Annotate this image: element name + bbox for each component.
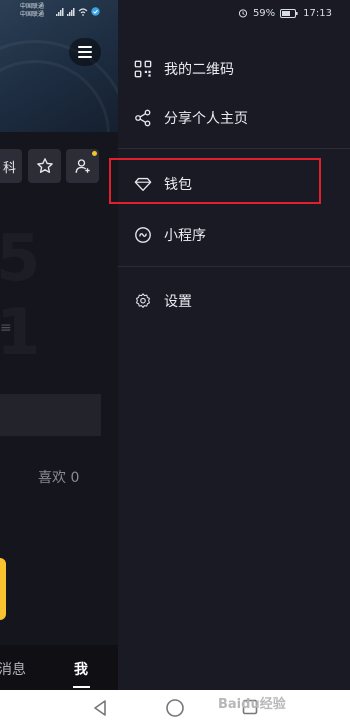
profile-page-background: 中国联通 中国联通 科 5 1 ≡ 喜欢 0 消息 我 xyxy=(0,0,118,690)
drawer-item-mini-program[interactable]: 小程序 xyxy=(118,212,350,258)
wifi-icon xyxy=(78,7,88,16)
watermark-text: Baidu经验 xyxy=(218,697,286,712)
signal-icons xyxy=(56,7,100,16)
drawer-divider xyxy=(118,148,350,149)
likes-count[interactable]: 喜欢 0 xyxy=(38,467,79,487)
wallet-highlight-annotation xyxy=(109,158,321,204)
settings-gear-icon xyxy=(133,291,153,311)
profile-action-row: 科 xyxy=(0,149,118,183)
battery-percent: 59% xyxy=(252,7,276,19)
clock: 17:13 xyxy=(303,7,332,19)
nav-active-indicator xyxy=(73,686,90,688)
side-drawer: 59% 17:13 我的二维码 分享个人主页 钱包 小程序 设置 xyxy=(118,0,350,690)
qr-code-icon xyxy=(133,59,153,79)
status-bar-right: 59% 17:13 xyxy=(238,0,350,26)
drawer-divider xyxy=(118,266,350,267)
drawer-item-label: 分享个人主页 xyxy=(164,111,248,127)
drawer-item-qr-code[interactable]: 我的二维码 xyxy=(118,46,350,92)
notification-dot xyxy=(92,151,97,156)
android-navigation-bar: Baidu经验 xyxy=(0,690,350,727)
status-bar-left: 中国联通 中国联通 xyxy=(0,0,118,26)
battery-icon xyxy=(280,8,298,18)
nav-me[interactable]: 我 xyxy=(74,659,88,679)
favorites-button[interactable] xyxy=(28,149,61,183)
nav-messages[interactable]: 消息 xyxy=(0,659,26,679)
edit-profile-button[interactable]: 科 xyxy=(0,149,22,183)
signal-icon xyxy=(56,7,64,16)
profile-tab-bar xyxy=(0,394,101,436)
drawer-item-label: 小程序 xyxy=(164,228,206,244)
signal-icon xyxy=(67,7,75,16)
app-badge-icon xyxy=(91,7,100,16)
drawer-item-share-profile[interactable]: 分享个人主页 xyxy=(118,95,350,141)
drawer-item-label: 设置 xyxy=(164,294,192,310)
profile-cover-image: 中国联通 中国联通 xyxy=(0,0,118,132)
background-decoration: 5 1 xyxy=(0,222,47,370)
carrier-label: 中国联通 中国联通 xyxy=(20,3,45,18)
home-circle-icon[interactable] xyxy=(165,698,185,718)
hamburger-icon xyxy=(78,46,92,58)
hamburger-menu-button[interactable] xyxy=(69,38,101,66)
background-decoration: ≡ xyxy=(0,320,12,336)
drawer-item-label: 我的二维码 xyxy=(164,62,234,78)
mini-program-icon xyxy=(133,225,153,245)
star-icon xyxy=(36,158,53,173)
back-triangle-icon[interactable] xyxy=(92,699,108,717)
drawer-item-settings[interactable]: 设置 xyxy=(118,278,350,324)
add-user-icon xyxy=(75,159,90,173)
share-icon xyxy=(133,108,153,128)
floating-yellow-tab[interactable] xyxy=(0,558,6,620)
bottom-navigation: 消息 我 xyxy=(0,645,118,690)
alarm-icon xyxy=(238,9,248,18)
